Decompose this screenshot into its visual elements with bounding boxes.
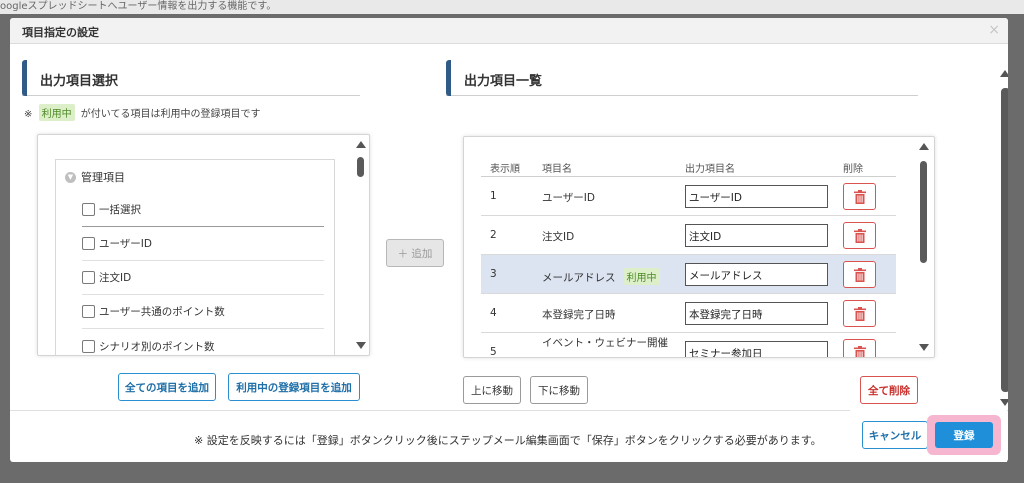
checkbox[interactable]	[82, 203, 95, 216]
group-label: 管理項目	[81, 171, 125, 184]
output-name-input[interactable]: ユーザーID	[685, 185, 828, 208]
delete-button[interactable]	[843, 222, 876, 249]
output-name-input[interactable]: 本登録完了日時	[685, 302, 828, 325]
scroll-down-icon[interactable]	[1000, 399, 1008, 406]
section-title-right: 出力項目一覧	[464, 74, 543, 89]
chevron-down-icon[interactable]: ▼	[65, 171, 76, 183]
scroll-thumb[interactable]	[357, 157, 364, 177]
output-name-input[interactable]: メールアドレス	[685, 263, 828, 286]
checkbox[interactable]	[82, 271, 95, 284]
table-row[interactable]: 5 イベント・ウェビナー開催 セミナー参加日	[481, 333, 896, 357]
delete-button[interactable]	[843, 300, 876, 327]
checkbox[interactable]	[82, 305, 95, 318]
footer-note: ※ 設定を反映するには「登録」ボタンクリック後にステップメール編集画面で「保存」…	[194, 434, 822, 447]
scroll-up-icon[interactable]	[356, 141, 366, 148]
checkbox-select-all[interactable]: 一括選択	[82, 193, 324, 227]
close-icon[interactable]: ×	[988, 22, 1000, 38]
in-use-badge: 利用中	[623, 268, 660, 285]
section-title-left: 出力項目選択	[40, 74, 119, 89]
add-all-items-button[interactable]: 全ての項目を追加	[118, 373, 216, 401]
left-panel-scrollbar[interactable]	[353, 135, 369, 355]
output-item-select-header: 出力項目選択	[22, 60, 360, 96]
checkbox[interactable]	[82, 237, 95, 250]
delete-button[interactable]	[843, 261, 876, 288]
checkbox[interactable]	[82, 339, 95, 353]
output-name-input[interactable]: セミナー参加日	[685, 341, 828, 357]
modal-scrollbar[interactable]	[996, 66, 1008, 410]
scroll-up-icon[interactable]	[919, 143, 929, 150]
scroll-down-icon[interactable]	[356, 342, 366, 349]
checkbox-item[interactable]: ユーザーID	[82, 227, 324, 261]
output-items-panel[interactable]: 表示順 項目名 出力項目名 削除 1 ユーザーID ユーザーID 2 注文ID …	[463, 136, 935, 358]
right-panel-scrollbar[interactable]	[916, 137, 932, 357]
scroll-thumb[interactable]	[1001, 88, 1008, 392]
background-description: oogleスプレッドシートへユーザー情報を出力する機能です。	[0, 0, 1024, 14]
trash-icon	[853, 306, 866, 321]
move-up-button[interactable]: 上に移動	[463, 376, 521, 404]
table-row[interactable]: 2 注文ID 注文ID	[481, 216, 896, 255]
modal-header: 項目指定の設定 ×	[10, 18, 1008, 44]
register-button[interactable]: 登録	[935, 422, 993, 448]
checkbox-item[interactable]: シナリオ別のポイント数	[82, 329, 324, 355]
available-items-panel[interactable]: ▼ 管理項目 一括選択 ユーザーID 注文ID ユーザー共通のポイント数 シナリ…	[37, 134, 370, 356]
trash-icon	[853, 228, 866, 243]
in-use-note: ※ 利用中 が付いてる項目は利用中の登録項目です	[24, 104, 260, 121]
scroll-down-icon[interactable]	[919, 344, 929, 351]
table-row-selected[interactable]: 3 メールアドレス 利用中 メールアドレス	[481, 255, 896, 294]
add-in-use-items-button[interactable]: 利用中の登録項目を追加	[228, 373, 360, 401]
move-down-button[interactable]: 下に移動	[530, 376, 588, 404]
output-item-list-header: 出力項目一覧	[446, 60, 918, 96]
table-row[interactable]: 4 本登録完了日時 本登録完了日時	[481, 294, 896, 333]
add-button[interactable]: ＋ 追加	[386, 239, 444, 267]
group-header[interactable]: ▼ 管理項目	[65, 169, 125, 185]
in-use-badge: 利用中	[38, 104, 75, 121]
table-header: 表示順 項目名 出力項目名 削除	[481, 155, 896, 177]
table-row[interactable]: 1 ユーザーID ユーザーID	[481, 177, 896, 216]
item-settings-modal: 項目指定の設定 × 出力項目選択 ※ 利用中 が付いてる項目は利用中の登録項目で…	[10, 18, 1008, 462]
delete-button[interactable]	[843, 339, 876, 357]
checkbox-item[interactable]: ユーザー共通のポイント数	[82, 295, 324, 329]
delete-button[interactable]	[843, 183, 876, 210]
checkbox-item[interactable]: 注文ID	[82, 261, 324, 295]
trash-icon	[853, 189, 866, 204]
trash-icon	[853, 267, 866, 282]
modal-title: 項目指定の設定	[22, 26, 99, 39]
delete-all-button[interactable]: 全て削除	[860, 376, 918, 404]
cancel-button[interactable]: キャンセル	[862, 421, 928, 449]
scroll-up-icon[interactable]	[1000, 70, 1008, 77]
trash-icon	[853, 345, 866, 357]
scroll-thumb[interactable]	[920, 161, 927, 263]
output-name-input[interactable]: 注文ID	[685, 224, 828, 247]
